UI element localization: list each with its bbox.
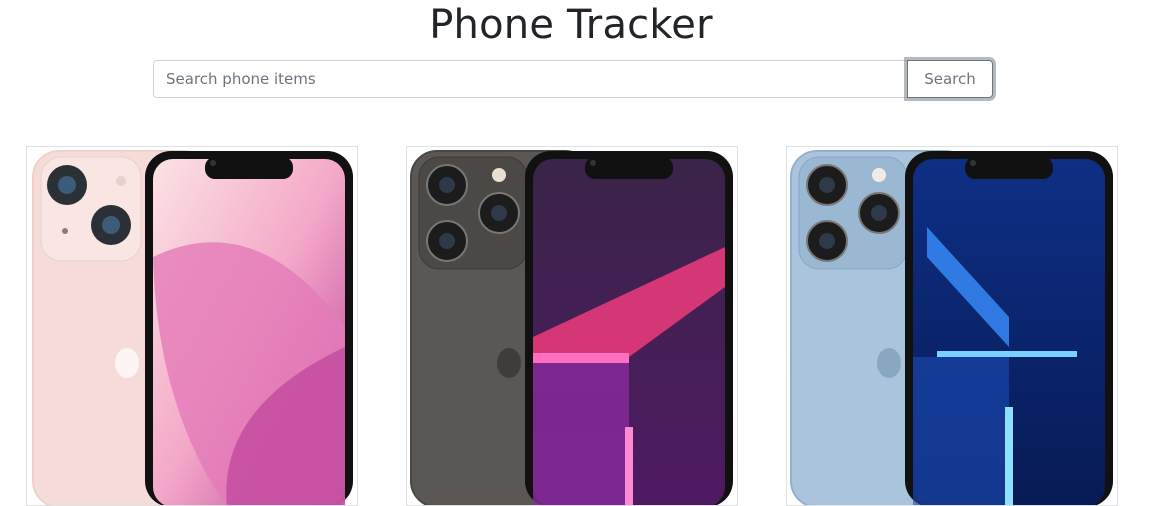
- search-button[interactable]: Search: [907, 60, 993, 98]
- phone-card-sierra-blue[interactable]: [786, 146, 1118, 506]
- page-title: Phone Tracker: [429, 2, 713, 48]
- phone-card-graphite[interactable]: [406, 146, 738, 506]
- phone-image-graphite: [410, 150, 733, 505]
- phone-image-sierra-blue: [790, 150, 1113, 505]
- search-input[interactable]: [153, 60, 907, 98]
- phone-image-pink: [32, 150, 353, 505]
- search-bar: Search: [153, 60, 993, 98]
- phone-card-pink[interactable]: [26, 146, 358, 506]
